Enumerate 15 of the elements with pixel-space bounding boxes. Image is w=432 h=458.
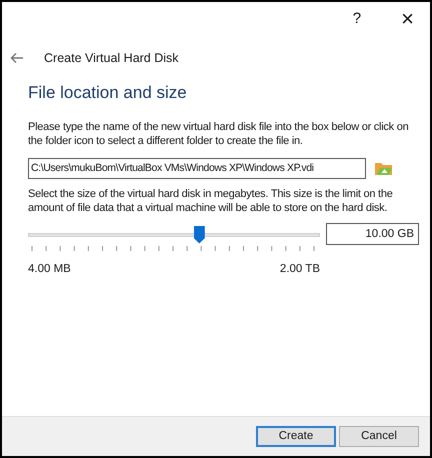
- size-field[interactable]: 10.00 GB: [326, 222, 419, 244]
- location-description: Please type the name of the new virtual hard disk file into the box below or click on the folder icon to select a different folder to create the file in.: [28, 120, 410, 148]
- size-description: Select the size of the virtual hard disk in megabytes. This size is the limit on the amount of file data that a virtual machine will be able to store on the hard disk.: [28, 186, 394, 214]
- file-path-field[interactable]: C:\Users\mukuBom\VirtualBox VMs\Windows XP\Windows XP.vdi: [28, 158, 366, 178]
- help-button[interactable]: ?: [344, 8, 370, 30]
- cancel-button[interactable]: Cancel: [339, 426, 419, 447]
- close-button[interactable]: ×: [393, 8, 422, 30]
- size-slider-track[interactable]: [28, 224, 320, 244]
- back-arrow-icon[interactable]: [10, 52, 24, 64]
- slider-thumb[interactable]: [194, 226, 205, 244]
- section-heading: File location and size: [28, 82, 188, 104]
- create-button[interactable]: Create: [256, 426, 336, 447]
- wizard-title: Create Virtual Hard Disk: [44, 50, 179, 67]
- max-size-label: 2.00 TB: [280, 262, 320, 276]
- min-size-label: 4.00 MB: [28, 262, 71, 276]
